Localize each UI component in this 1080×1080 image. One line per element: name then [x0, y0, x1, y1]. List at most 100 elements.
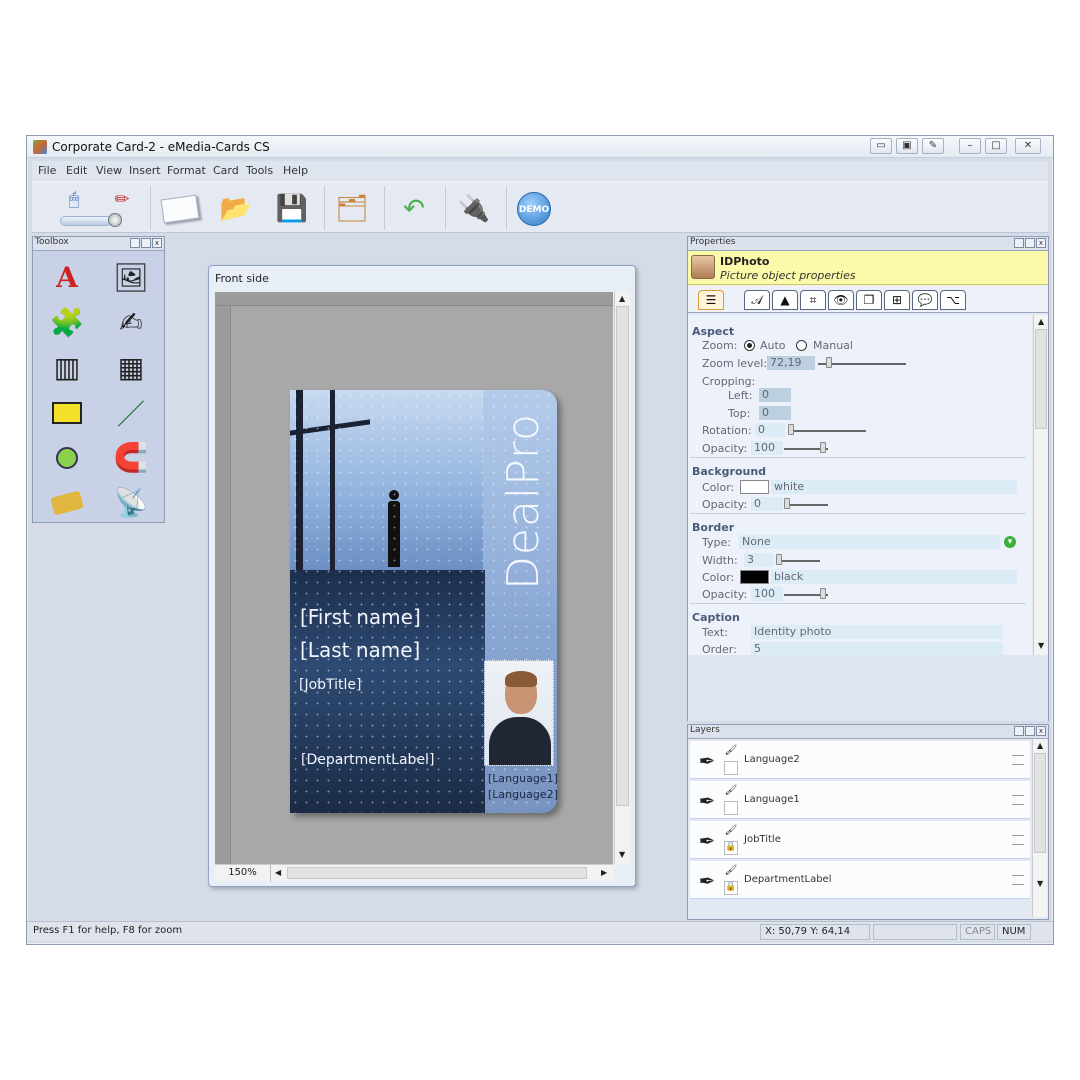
menu-format[interactable]: Format — [167, 164, 206, 177]
card-department[interactable]: [DepartmentLabel] — [301, 752, 434, 768]
rotation-slider[interactable] — [788, 430, 866, 432]
tile-icon[interactable]: ▭ — [870, 138, 892, 154]
menu-tools[interactable]: Tools — [246, 164, 273, 177]
card-last-name[interactable]: [Last name] — [300, 638, 420, 662]
signature-tool-icon[interactable]: ✍ — [99, 300, 163, 345]
rotation-thumb[interactable] — [788, 424, 794, 435]
tab-image-icon[interactable]: ▲ — [772, 290, 798, 310]
caption-order-field[interactable]: 5 — [751, 642, 1003, 655]
line-tool-icon[interactable]: ／ — [99, 390, 163, 435]
layer-row[interactable]: ✒ 🖌 🔒 JobTitle — [690, 821, 1030, 859]
layer-row[interactable]: ✒ 🖌 Language1 — [690, 781, 1030, 819]
panel-restore-icon[interactable] — [130, 238, 140, 248]
scroll-left-icon[interactable]: ◀ — [275, 868, 281, 877]
picture-tool-icon[interactable]: 🖼 — [99, 255, 163, 300]
scroll-down-icon[interactable]: ▼ — [619, 850, 625, 859]
tab-visibility-icon[interactable]: 👁 — [828, 290, 854, 310]
pin-icon[interactable]: ✎ — [922, 138, 944, 154]
zoom-slider[interactable] — [60, 216, 112, 226]
card-language2[interactable]: [Language2] — [488, 788, 557, 801]
crop-left-field[interactable]: 0 — [759, 388, 791, 402]
card-first-name[interactable]: [First name] — [300, 605, 421, 629]
canvas-horizontal-scrollbar[interactable]: 150% ◀ ▶ — [215, 864, 613, 882]
bg-opacity-slider[interactable] — [784, 504, 828, 506]
database-connect-icon[interactable]: 🔌 — [452, 189, 496, 229]
scroll-up-icon[interactable]: ▲ — [1037, 741, 1043, 750]
drag-handle-icon[interactable] — [1012, 755, 1024, 765]
tab-crop-icon[interactable]: ⌗ — [800, 290, 826, 310]
caption-text-field[interactable]: Identity photo — [751, 625, 1003, 639]
tab-link-icon[interactable]: ⌥ — [940, 290, 966, 310]
tab-comment-icon[interactable]: 💬 — [912, 290, 938, 310]
scroll-down-icon[interactable]: ▼ — [1037, 879, 1043, 888]
zoom-level-thumb[interactable] — [826, 357, 832, 368]
crop-top-field[interactable]: 0 — [759, 406, 791, 420]
text-tool-icon[interactable]: A — [35, 255, 99, 300]
lock-toggle[interactable] — [724, 801, 738, 815]
border-opacity-thumb[interactable] — [820, 588, 826, 599]
scroll-thumb[interactable] — [1035, 329, 1047, 429]
barcode-tool-icon[interactable]: ▥ — [35, 345, 99, 390]
menu-file[interactable]: File — [38, 164, 56, 177]
pen-delete-icon[interactable]: ✏ — [100, 184, 144, 214]
rectangle-tool-icon[interactable] — [35, 390, 99, 435]
border-type-field[interactable]: None — [739, 535, 1000, 549]
rotation-field[interactable]: 0 — [755, 423, 785, 437]
tab-layers-icon[interactable]: ❐ — [856, 290, 882, 310]
scroll-down-icon[interactable]: ▼ — [1038, 641, 1044, 650]
aspect-opacity-thumb[interactable] — [820, 442, 826, 453]
zoom-slider-thumb[interactable] — [108, 213, 122, 227]
dropdown-arrow-icon[interactable]: ▾ — [1004, 536, 1016, 548]
ellipse-tool-icon[interactable] — [35, 435, 99, 480]
bg-opacity-field[interactable]: 0 — [751, 497, 783, 511]
undo-arrow-icon[interactable]: ↶ — [392, 189, 436, 229]
scroll-right-icon[interactable]: ▶ — [601, 868, 607, 877]
h-scroll-thumb[interactable] — [287, 867, 587, 879]
mouse-icon[interactable]: 🖱 — [52, 184, 96, 214]
panel-restore-icon[interactable] — [1014, 726, 1024, 736]
properties-scrollbar[interactable]: ▲ ▼ — [1033, 315, 1048, 655]
edit-layer-icon[interactable]: 🖌 — [724, 785, 738, 799]
panel-close-icon[interactable]: x — [1036, 726, 1046, 736]
zoom-level-field[interactable]: 72,19 — [767, 356, 815, 370]
panel-close-icon[interactable]: x — [152, 238, 162, 248]
zoom-level-display[interactable]: 150% — [215, 865, 271, 882]
menu-card[interactable]: Card — [213, 164, 239, 177]
bg-opacity-thumb[interactable] — [784, 498, 790, 509]
qrcode-tool-icon[interactable]: ▦ — [99, 345, 163, 390]
image-collection-icon[interactable]: 🧩 — [35, 300, 99, 345]
demo-button[interactable]: DEMO — [512, 189, 556, 229]
layers-scrollbar[interactable]: ▲ ▼ — [1032, 739, 1047, 917]
panel-close-icon[interactable]: x — [1036, 238, 1046, 248]
menu-edit[interactable]: Edit — [66, 164, 87, 177]
menu-help[interactable]: Help — [283, 164, 308, 177]
scroll-up-icon[interactable]: ▲ — [1038, 317, 1044, 326]
card-language1[interactable]: [Language1] — [488, 772, 557, 785]
panel-maximize-icon[interactable] — [1025, 726, 1035, 736]
bg-color-swatch[interactable] — [740, 480, 769, 494]
canvas-vertical-scrollbar[interactable]: ▲ ▼ — [614, 292, 630, 864]
smart-chip-icon[interactable] — [35, 480, 99, 525]
edit-layer-icon[interactable]: 🖌 — [724, 865, 738, 879]
border-width-thumb[interactable] — [776, 554, 782, 565]
tab-font-icon[interactable]: 𝒜 — [744, 290, 770, 310]
scroll-thumb[interactable] — [616, 306, 629, 806]
drag-handle-icon[interactable] — [1012, 835, 1024, 845]
tab-grid-icon[interactable]: ⊞ — [884, 290, 910, 310]
border-opacity-field[interactable]: 100 — [751, 587, 783, 601]
drag-handle-icon[interactable] — [1012, 875, 1024, 885]
panel-maximize-icon[interactable] — [1025, 238, 1035, 248]
contactless-icon[interactable]: 📡 — [99, 480, 163, 525]
magnetic-stripe-icon[interactable]: 🧲 — [99, 435, 163, 480]
new-card-icon[interactable] — [158, 189, 202, 229]
bg-color-field[interactable]: white — [771, 480, 1017, 494]
lock-icon[interactable]: 🔒 — [724, 841, 738, 855]
tab-general-icon[interactable]: ☰ — [698, 290, 724, 310]
layout-icon[interactable]: ▣ — [896, 138, 918, 154]
drag-handle-icon[interactable] — [1012, 795, 1024, 805]
open-folder-icon[interactable]: 📂 — [214, 189, 258, 229]
border-color-swatch[interactable] — [740, 570, 769, 584]
scroll-up-icon[interactable]: ▲ — [619, 294, 625, 303]
menu-view[interactable]: View — [96, 164, 122, 177]
id-card-preview[interactable]: DealPro [First name] [Last name] [JobTit… — [290, 390, 557, 813]
